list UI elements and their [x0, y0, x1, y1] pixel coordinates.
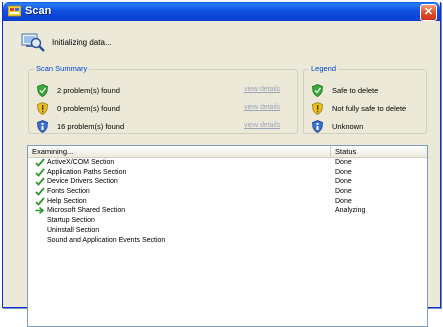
scan-summary-label: Scan Summary	[34, 64, 90, 73]
title-bar[interactable]: Scan ✕	[3, 2, 440, 21]
list-item-name: Help Section	[47, 197, 87, 205]
list-item-name: Microsoft Shared Section	[47, 207, 126, 215]
check-icon	[35, 158, 45, 167]
summary-row-not-fully-safe: 0 problem(s) found view details	[37, 102, 287, 116]
summary-row-text: 16 problem(s) found	[57, 122, 125, 131]
list-item[interactable]: Microsoft Shared Section Analyzing	[28, 206, 427, 216]
column-header-status[interactable]: Status	[331, 146, 427, 157]
close-button[interactable]: ✕	[420, 4, 437, 21]
column-header-examining[interactable]: Examining...	[28, 146, 331, 157]
blue-shield-icon	[37, 120, 48, 133]
legend-row-text: Unknown	[332, 122, 364, 131]
list-header: Examining... Status	[28, 146, 427, 158]
list-item[interactable]: Sound and Application Events Section	[28, 236, 427, 246]
view-details-link[interactable]: view details	[244, 104, 280, 111]
app-icon	[8, 5, 21, 17]
list-item[interactable]: Application Paths Section Done	[28, 168, 427, 178]
list-item-status: Done	[335, 159, 352, 166]
check-icon	[35, 168, 45, 177]
list-item-name: Uninstall Section	[47, 226, 100, 234]
list-rows: ActiveX/COM Section Done Application Paths…	[28, 158, 427, 326]
legend-row-text: Not fully safe to delete	[332, 104, 407, 113]
yellow-shield-icon	[312, 102, 323, 115]
list-item-status: Analyzing	[335, 207, 366, 215]
legend-label: Legend	[309, 64, 339, 73]
legend-row-safe: Safe to delete	[312, 84, 422, 98]
list-item[interactable]: Help Section Done	[28, 197, 427, 207]
close-icon: ✕	[423, 6, 434, 18]
summary-row-text: 2 problem(s) found	[57, 86, 120, 95]
list-item-status: Done	[335, 168, 352, 176]
list-item-name: ActiveX/COM Section	[47, 159, 115, 166]
blue-shield-icon	[312, 120, 323, 133]
check-icon	[35, 187, 45, 196]
list-item[interactable]: Startup Section	[28, 216, 427, 226]
scan-window: Scan ✕ Initializing data... Scan Summary	[2, 2, 441, 327]
list-item-name: Fonts Section	[47, 188, 90, 196]
list-item[interactable]: Fonts Section Done	[28, 187, 427, 197]
green-shield-icon	[312, 84, 323, 97]
view-details-link[interactable]: view details	[244, 86, 280, 93]
list-item-status: Done	[335, 188, 352, 196]
list-item-name: Startup Section	[47, 217, 95, 225]
list-item-status: Done	[335, 197, 352, 205]
check-icon	[35, 177, 45, 187]
list-item[interactable]: Uninstall Section	[28, 226, 427, 236]
yellow-shield-icon	[37, 102, 48, 115]
summary-row-unknown: 16 problem(s) found view details	[37, 120, 287, 134]
list-item-name: Application Paths Section	[47, 168, 127, 176]
window-content: Initializing data... Scan Summary 2 prob…	[3, 21, 440, 327]
legend-group: Legend Safe to delete Not fully safe to …	[303, 64, 427, 134]
arrow-right-icon	[35, 207, 45, 215]
legend-row-unknown: Unknown	[312, 120, 422, 134]
examining-list[interactable]: Examining... Status ActiveX/COM Section D…	[27, 145, 428, 327]
list-item-name: Sound and Application Events Section	[47, 236, 166, 244]
check-icon	[35, 197, 45, 206]
legend-row-text: Safe to delete	[332, 86, 379, 95]
list-item[interactable]: ActiveX/COM Section Done	[28, 158, 427, 168]
list-item[interactable]: Device Drivers Section Done	[28, 177, 427, 187]
summary-row-safe: 2 problem(s) found view details	[37, 84, 287, 98]
green-shield-icon	[37, 84, 48, 97]
window-title: Scan	[25, 5, 52, 17]
view-details-link[interactable]: view details	[244, 122, 280, 129]
legend-row-not-fully-safe: Not fully safe to delete	[312, 102, 422, 116]
status-text: Initializing data...	[52, 38, 112, 47]
summary-row-text: 0 problem(s) found	[57, 104, 120, 113]
scan-summary-group: Scan Summary 2 problem(s) found view det…	[28, 64, 298, 134]
list-item-name: Device Drivers Section	[47, 178, 118, 186]
list-item-status: Done	[335, 178, 352, 186]
scan-search-icon	[21, 33, 45, 52]
